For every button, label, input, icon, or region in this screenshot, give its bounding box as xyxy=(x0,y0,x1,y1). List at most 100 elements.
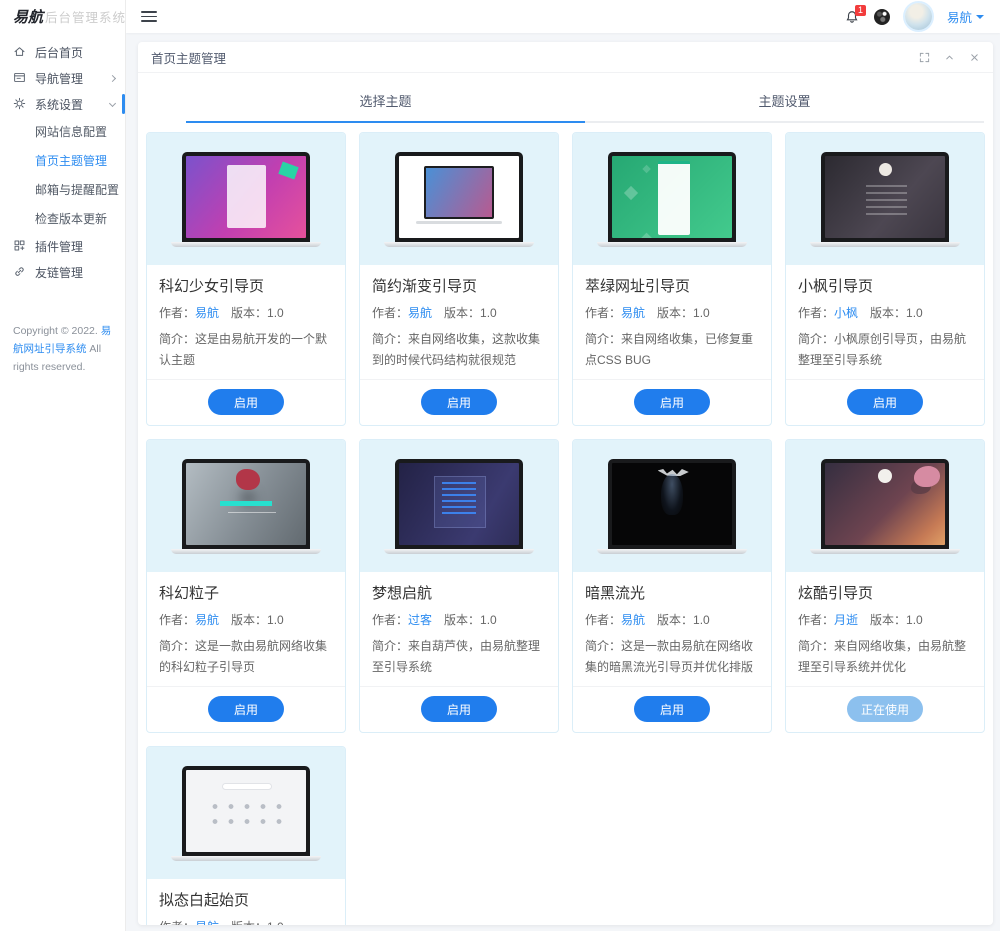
topbar: 1 易航 xyxy=(126,0,1000,33)
theme-card-footer: 启用 xyxy=(147,379,345,425)
skin-icon[interactable] xyxy=(873,8,890,25)
author-label: 作者： xyxy=(798,613,835,627)
theme-card-footer: 启用 xyxy=(360,379,558,425)
theme-grid: 科幻少女引导页 作者：易航 版本：1.0 简介：这是由易航开发的一个默认主题 启用 xyxy=(146,132,985,925)
theme-card: 科幻粒子 作者：易航 版本：1.0 简介：这是一款由易航网络收集的科幻粒子引导页 … xyxy=(146,439,346,733)
tab-theme-settings[interactable]: 主题设置 xyxy=(585,82,984,123)
theme-meta: 作者：易航版本：1.0 xyxy=(159,918,333,925)
user-menu[interactable]: 易航 xyxy=(947,7,984,26)
sidebar-subitem-mail-config[interactable]: 邮箱与提醒配置 xyxy=(0,175,125,204)
version-value: 1.0 xyxy=(906,613,923,627)
sidebar-item-dashboard[interactable]: 后台首页 xyxy=(0,39,125,65)
sidebar-item-friend-links[interactable]: 友链管理 xyxy=(0,259,125,285)
laptop-mockup xyxy=(810,458,960,554)
theme-desc: 简介：来自葫芦侠，由易航整理至引导系统 xyxy=(372,636,546,678)
theme-desc: 简介：小枫原创引导页，由易航整理至引导系统 xyxy=(798,329,972,371)
enable-button[interactable]: 启用 xyxy=(634,389,710,415)
theme-meta: 作者：易航版本：1.0 xyxy=(585,611,759,628)
author-link[interactable]: 月逝 xyxy=(834,613,858,627)
theme-card-footer: 启用 xyxy=(360,686,558,732)
author-link[interactable]: 小枫 xyxy=(834,306,858,320)
sidebar-item-navigation[interactable]: 导航管理 xyxy=(0,65,125,91)
theme-title: 科幻少女引导页 xyxy=(159,278,265,295)
theme-info: 梦想启航 作者：过客 版本：1.0 简介：来自葫芦侠，由易航整理至引导系统 xyxy=(360,572,558,686)
theme-title: 萃绿网址引导页 xyxy=(585,278,691,295)
tab-select-theme[interactable]: 选择主题 xyxy=(186,82,585,123)
sidebar-item-label: 导航管理 xyxy=(35,71,84,86)
fullscreen-icon[interactable] xyxy=(919,52,930,63)
enable-button[interactable]: 启用 xyxy=(208,389,284,415)
sidebar-subitem-theme-manage[interactable]: 首页主题管理 xyxy=(0,146,125,175)
menu-icon[interactable] xyxy=(141,8,157,25)
version-value: 1.0 xyxy=(267,920,284,925)
sidebar-item-plugins[interactable]: 插件管理 xyxy=(0,233,125,259)
enable-button[interactable]: 启用 xyxy=(208,696,284,722)
avatar[interactable] xyxy=(904,3,932,30)
version-label: 版本： xyxy=(870,306,907,320)
enable-button[interactable]: 启用 xyxy=(634,696,710,722)
version-label: 版本： xyxy=(231,920,267,925)
theme-meta: 作者：易航版本：1.0 xyxy=(159,304,333,321)
sidebar-subitem-check-update[interactable]: 检查版本更新 xyxy=(0,204,125,233)
theme-desc: 简介：这是一款由易航在网络收集的暗黑流光引导页并优化排版 xyxy=(585,636,759,678)
enable-button[interactable]: 启用 xyxy=(421,389,497,415)
theme-info: 科幻少女引导页 作者：易航 版本：1.0 简介：这是由易航开发的一个默认主题 xyxy=(147,265,345,379)
theme-card-footer: 启用 xyxy=(147,686,345,732)
theme-info: 暗黑流光 作者：易航 版本：1.0 简介：这是一款由易航在网络收集的暗黑流光引导页… xyxy=(573,572,771,686)
panel-tools xyxy=(919,52,980,63)
panel-title: 首页主题管理 xyxy=(151,51,227,66)
author-label: 作者： xyxy=(585,306,622,320)
author-link[interactable]: 易航 xyxy=(195,920,219,925)
theme-desc: 简介：来自网络收集，由易航整理至引导系统并优化 xyxy=(798,636,972,678)
topbar-actions: 1 易航 xyxy=(845,3,984,30)
version-label: 版本： xyxy=(657,306,694,320)
sidebar-item-system-settings[interactable]: 系统设置 xyxy=(0,91,125,117)
author-label: 作者： xyxy=(798,306,835,320)
theme-title: 暗黑流光 xyxy=(585,585,646,602)
sidebar-item-label: 系统设置 xyxy=(35,97,84,112)
theme-manage-panel: 首页主题管理 选择主题 主题设置 科幻少女引导页 作者：易航 版本：1.0 简介… xyxy=(138,42,993,925)
notification-badge: 1 xyxy=(854,4,866,16)
active-indicator xyxy=(122,94,125,114)
theme-desc: 简介：这是一款由易航网络收集的科幻粒子引导页 xyxy=(159,636,333,678)
intro-label: 简介： xyxy=(798,332,835,346)
author-link[interactable]: 过客 xyxy=(408,613,432,627)
gear-icon xyxy=(13,97,27,111)
author-link[interactable]: 易航 xyxy=(621,306,645,320)
theme-thumbnail xyxy=(147,440,345,572)
bell-icon[interactable]: 1 xyxy=(845,4,866,24)
laptop-mockup xyxy=(384,458,534,554)
author-label: 作者： xyxy=(372,306,409,320)
theme-title: 小枫引导页 xyxy=(798,278,874,295)
laptop-mockup xyxy=(810,151,960,247)
panel-header: 首页主题管理 xyxy=(138,42,993,73)
enable-button[interactable]: 启用 xyxy=(421,696,497,722)
theme-title: 简约渐变引导页 xyxy=(372,278,478,295)
theme-card-footer: 正在使用 xyxy=(786,686,984,732)
version-value: 1.0 xyxy=(480,306,497,320)
laptop-mockup xyxy=(384,151,534,247)
sidebar-item-label: 后台首页 xyxy=(35,45,84,60)
laptop-mockup xyxy=(171,151,321,247)
theme-desc: 简介：来自网络收集，这款收集到的时候代码结构就很规范 xyxy=(372,329,546,371)
author-link[interactable]: 易航 xyxy=(195,613,219,627)
enable-button[interactable]: 启用 xyxy=(847,389,923,415)
author-label: 作者： xyxy=(372,613,409,627)
theme-card: 萃绿网址引导页 作者：易航 版本：1.0 简介：来自网络收集，已修复重点CSS B… xyxy=(572,132,772,426)
app-window: 易航 后台管理系统 后台首页 导航管理 系统设置 网站信息配置 首页主题管理 邮… xyxy=(0,0,1000,931)
theme-title: 拟态白起始页 xyxy=(159,892,250,909)
in-use-button[interactable]: 正在使用 xyxy=(846,696,923,722)
version-label: 版本： xyxy=(231,613,268,627)
author-link[interactable]: 易航 xyxy=(408,306,432,320)
close-icon[interactable] xyxy=(969,52,980,63)
version-label: 版本： xyxy=(657,613,694,627)
author-link[interactable]: 易航 xyxy=(195,306,219,320)
theme-card: 小枫引导页 作者：小枫 版本：1.0 简介：小枫原创引导页，由易航整理至引导系统 … xyxy=(785,132,985,426)
theme-thumbnail xyxy=(573,133,771,265)
sidebar: 易航 后台管理系统 后台首页 导航管理 系统设置 网站信息配置 首页主题管理 邮… xyxy=(0,0,126,931)
collapse-icon[interactable] xyxy=(944,52,955,63)
author-link[interactable]: 易航 xyxy=(621,613,645,627)
nav-window-icon xyxy=(13,71,27,85)
author-label: 作者： xyxy=(585,613,622,627)
sidebar-subitem-site-config[interactable]: 网站信息配置 xyxy=(0,117,125,146)
